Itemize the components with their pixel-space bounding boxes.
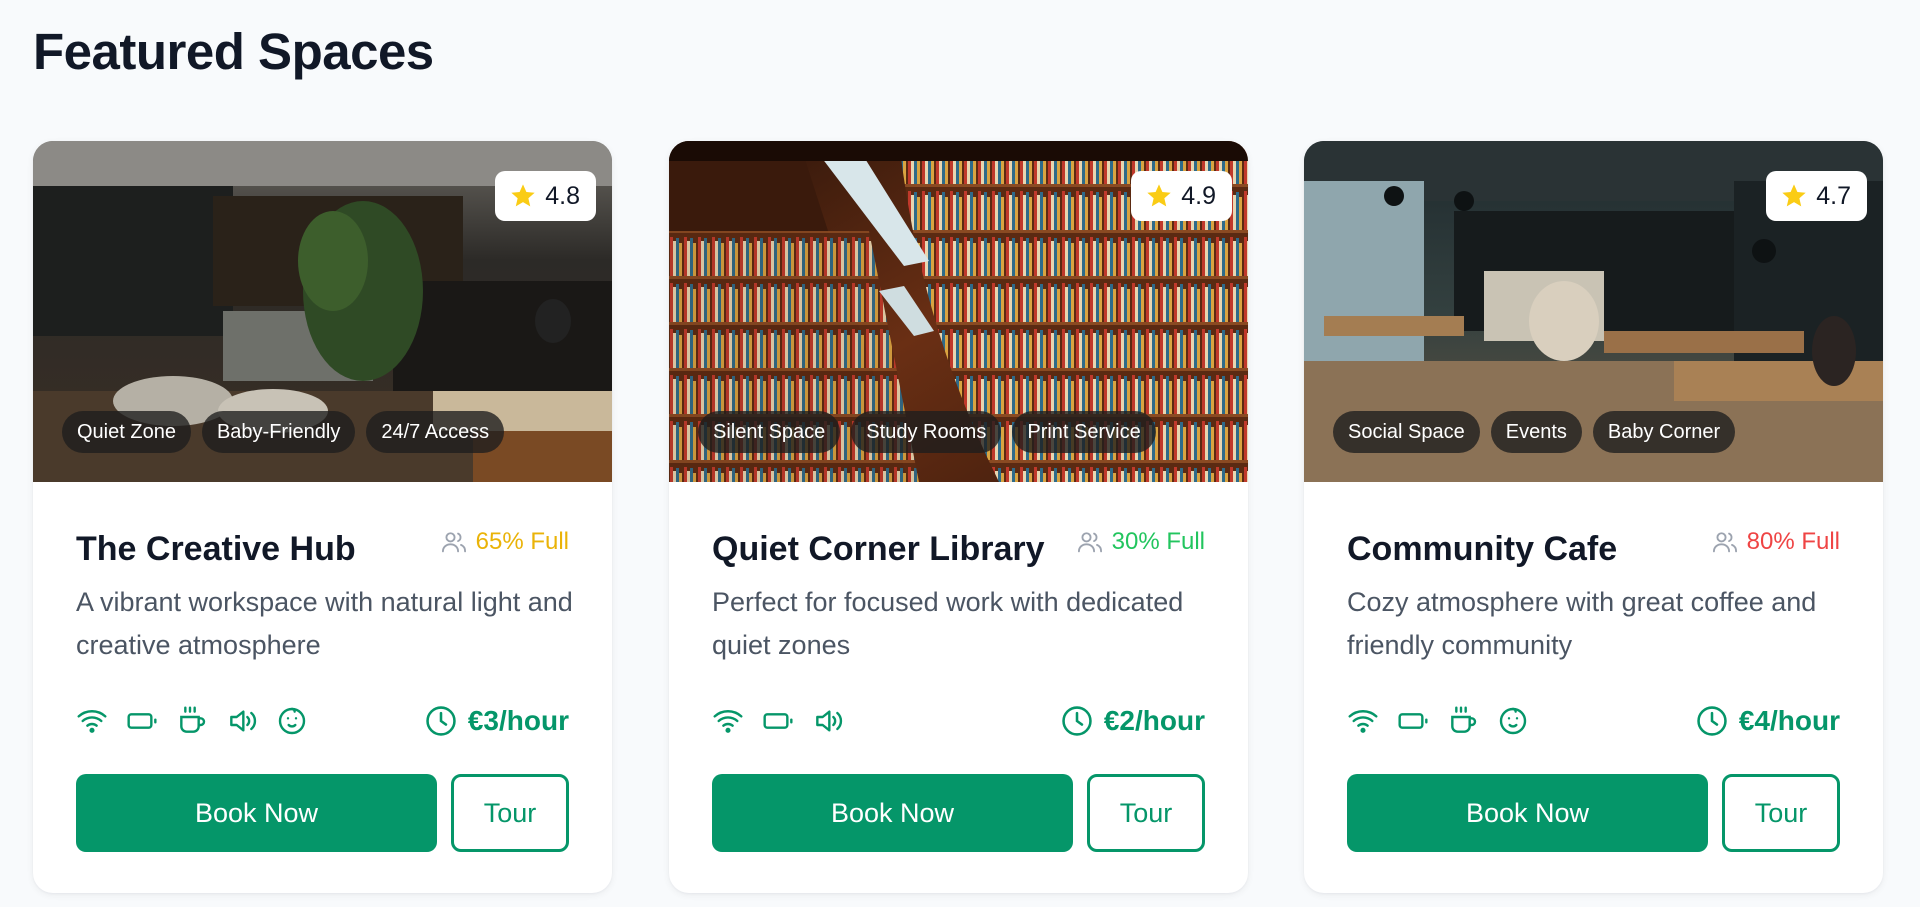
coffee-icon: [180, 706, 206, 733]
occupancy-label: 30% Full: [1111, 528, 1205, 555]
rating-badge: 4.7: [1766, 171, 1867, 221]
occupancy-label: 65% Full: [475, 528, 569, 555]
star-icon: [1147, 184, 1171, 207]
battery-icon: [1398, 713, 1428, 729]
amenity-list: [1347, 705, 1529, 737]
feature-tag: Study Rooms: [851, 411, 1002, 453]
price-label: €4/hour: [1738, 705, 1840, 736]
tour-button[interactable]: Tour: [1087, 774, 1205, 852]
page-title: Featured Spaces: [33, 23, 434, 80]
space-description: Perfect for focused work with dedicated …: [712, 587, 1184, 660]
occupancy-label: 80% Full: [1746, 528, 1840, 555]
price: €4/hour: [1695, 704, 1840, 738]
battery-icon: [763, 713, 793, 729]
space-card[interactable]: 4.7 Social Space Events Baby Corner Comm…: [1304, 141, 1883, 893]
baby-icon: [278, 707, 306, 735]
tag-list: Silent Space Study Rooms Print Service: [698, 411, 1156, 453]
book-now-button[interactable]: Book Now: [76, 774, 437, 852]
wifi-icon: [713, 710, 743, 733]
price: €2/hour: [1060, 704, 1205, 738]
wifi-icon: [77, 710, 107, 733]
feature-tag: Baby-Friendly: [201, 411, 356, 453]
space-photo[interactable]: 4.9 Silent Space Study Rooms Print Servi…: [669, 141, 1248, 482]
amenity-list: [712, 705, 844, 737]
rating-value: 4.9: [1181, 181, 1216, 210]
book-now-button[interactable]: Book Now: [712, 774, 1073, 852]
feature-tag: Social Space: [1333, 411, 1480, 453]
clock-icon: [426, 706, 456, 736]
space-name[interactable]: Quiet Corner Library: [712, 530, 1045, 569]
wifi-icon: [1348, 710, 1378, 733]
space-name[interactable]: Community Cafe: [1347, 530, 1617, 569]
tour-button[interactable]: Tour: [1722, 774, 1840, 852]
space-description: Cozy atmosphere with great coffee and fr…: [1347, 587, 1817, 660]
coffee-icon: [1451, 706, 1477, 733]
users-icon: [1712, 532, 1737, 553]
speaker-icon: [816, 710, 843, 732]
amenity-list: [76, 705, 308, 737]
tag-list: Social Space Events Baby Corner: [1333, 411, 1736, 453]
space-card[interactable]: 4.9 Silent Space Study Rooms Print Servi…: [669, 141, 1248, 893]
space-photo[interactable]: 4.8 Quiet Zone Baby-Friendly 24/7 Access: [33, 141, 612, 482]
space-description: A vibrant workspace with natural light a…: [76, 587, 573, 660]
space-name[interactable]: The Creative Hub: [76, 530, 356, 569]
price: €3/hour: [424, 704, 569, 738]
rating-badge: 4.8: [495, 171, 596, 221]
tag-list: Quiet Zone Baby-Friendly 24/7 Access: [62, 411, 505, 453]
users-icon: [1077, 532, 1102, 553]
feature-tag: Quiet Zone: [62, 411, 191, 453]
feature-tag: Baby Corner: [1592, 411, 1736, 453]
book-now-button[interactable]: Book Now: [1347, 774, 1708, 852]
price-label: €3/hour: [467, 705, 569, 736]
occupancy-indicator: 80% Full: [1711, 528, 1840, 556]
rating-badge: 4.9: [1131, 171, 1232, 221]
users-icon: [441, 532, 466, 553]
price-label: €2/hour: [1103, 705, 1205, 736]
rating-value: 4.8: [545, 181, 580, 210]
feature-tag: Print Service: [1012, 411, 1156, 453]
rating-value: 4.7: [1816, 181, 1851, 210]
tour-button[interactable]: Tour: [451, 774, 569, 852]
clock-icon: [1697, 706, 1727, 736]
space-photo[interactable]: 4.7 Social Space Events Baby Corner: [1304, 141, 1883, 482]
star-icon: [1782, 184, 1806, 207]
occupancy-indicator: 65% Full: [440, 528, 569, 556]
star-icon: [511, 184, 535, 207]
space-card[interactable]: 4.8 Quiet Zone Baby-Friendly 24/7 Access…: [33, 141, 612, 893]
feature-tag: Events: [1490, 411, 1582, 453]
clock-icon: [1062, 706, 1092, 736]
battery-icon: [127, 713, 157, 729]
speaker-icon: [230, 710, 257, 732]
feature-tag: Silent Space: [698, 411, 841, 453]
featured-spaces-grid: 4.8 Quiet Zone Baby-Friendly 24/7 Access…: [33, 141, 1883, 893]
occupancy-indicator: 30% Full: [1076, 528, 1205, 556]
baby-icon: [1499, 707, 1527, 735]
feature-tag: 24/7 Access: [366, 411, 505, 453]
